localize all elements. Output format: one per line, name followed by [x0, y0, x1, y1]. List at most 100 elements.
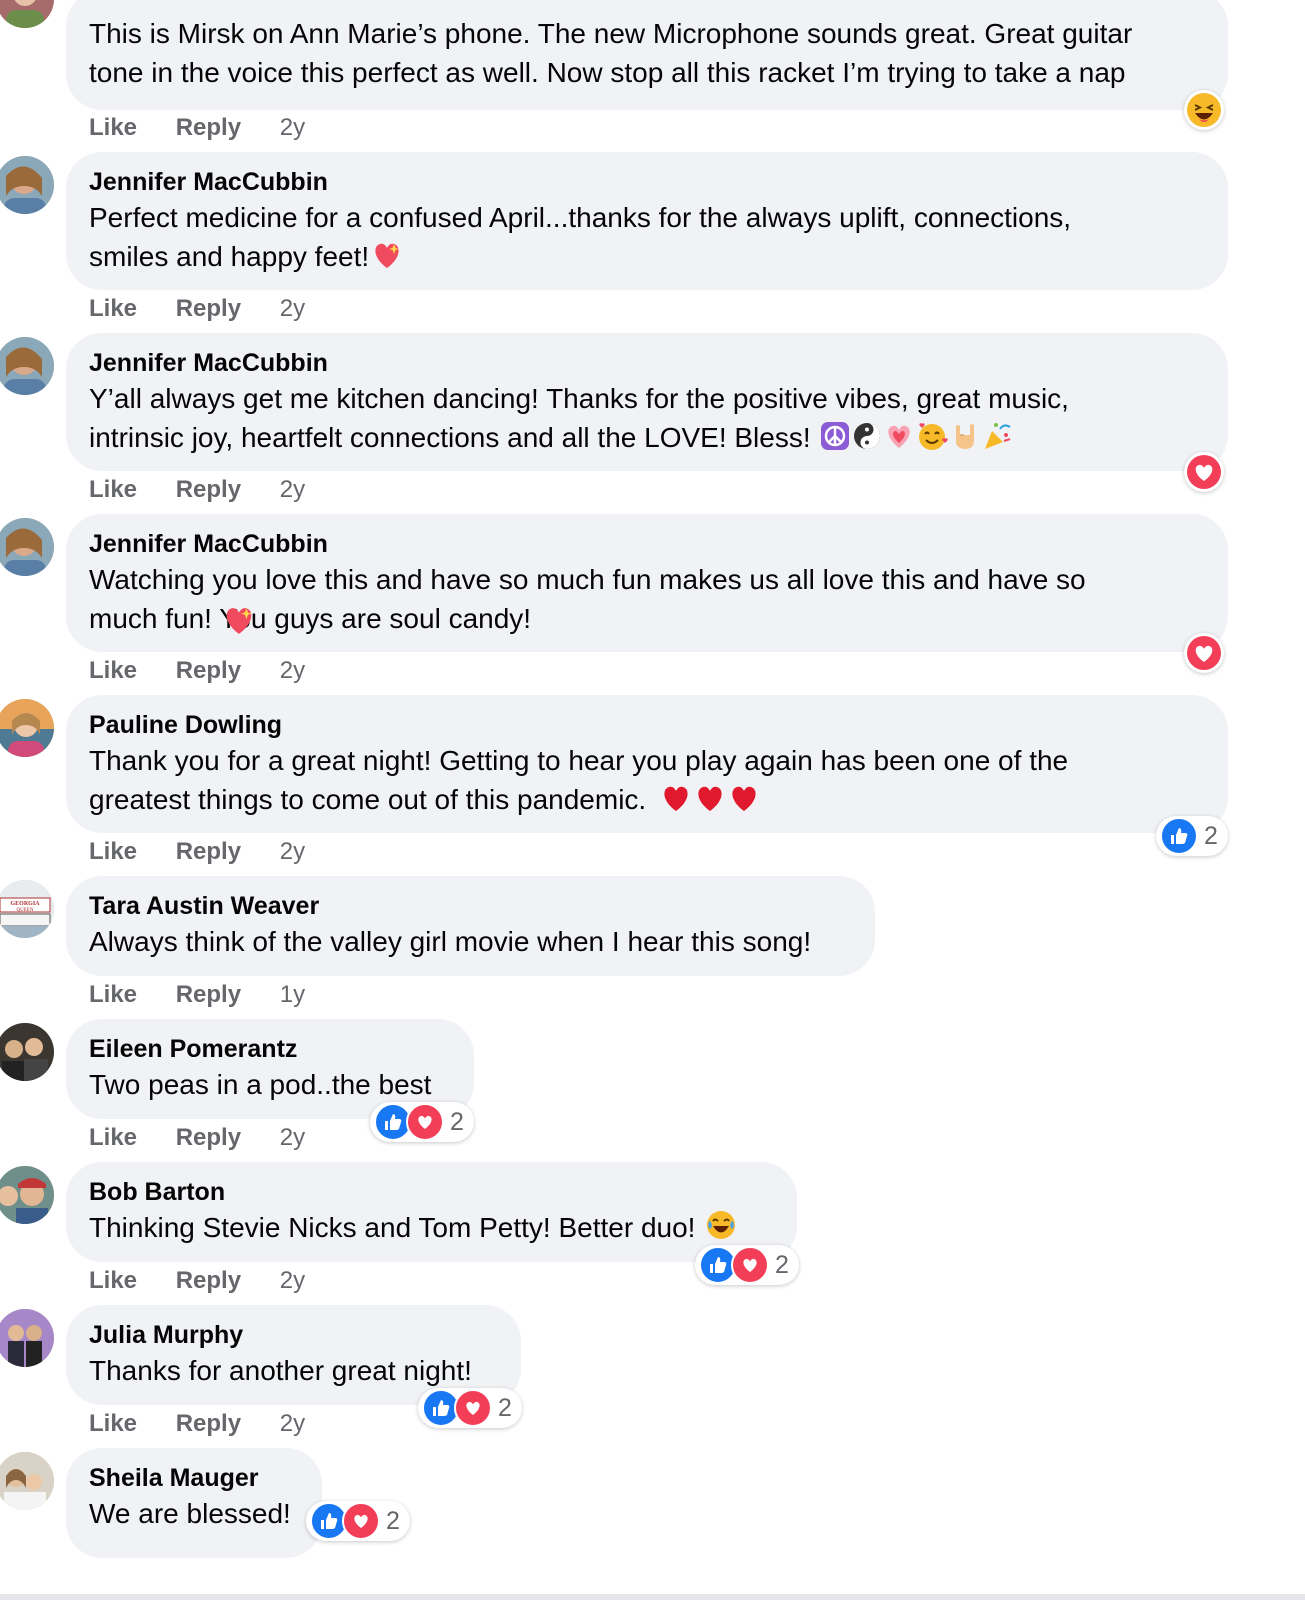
- avatar[interactable]: GEORGIA QUEEN: [0, 880, 54, 938]
- yin-yang-emoji: [852, 421, 882, 461]
- comment-author[interactable]: Eileen Pomerantz: [89, 1033, 451, 1065]
- comment-line-text: smiles and happy feet!: [89, 241, 370, 272]
- reply-button[interactable]: Reply: [176, 838, 241, 865]
- love-icon: [731, 1246, 769, 1284]
- comment-bubble: This is Mirsk on Ann Marie’s phone. The …: [66, 0, 1228, 110]
- comment-actions: Like Reply 2y: [89, 656, 305, 686]
- like-button[interactable]: Like: [89, 1267, 137, 1294]
- love-icon: [1187, 455, 1221, 489]
- party-popper-emoji: [982, 421, 1014, 461]
- like-button[interactable]: Like: [89, 838, 137, 865]
- timestamp[interactable]: 2y: [280, 1267, 305, 1294]
- avatar[interactable]: [0, 1166, 54, 1224]
- like-button[interactable]: Like: [89, 1410, 137, 1437]
- comment-line: Thanks for another great night!: [89, 1355, 472, 1386]
- comment-line-text: Thinking Stevie Nicks and Tom Petty! Bet…: [89, 1212, 696, 1243]
- comment-line-text: greatest things to come out of this pand…: [89, 784, 647, 815]
- avatar[interactable]: [0, 1023, 54, 1081]
- reaction-summary[interactable]: 2: [1156, 816, 1228, 856]
- pink-heart-emoji: [884, 421, 914, 461]
- haha-reaction[interactable]: [1184, 90, 1224, 130]
- reaction-count: 2: [775, 1250, 789, 1279]
- like-button[interactable]: Like: [89, 476, 137, 503]
- timestamp[interactable]: 2y: [280, 838, 305, 865]
- love-icon: [454, 1389, 492, 1427]
- comment-actions: Like Reply 2y: [89, 475, 305, 505]
- comment-line: greatest things to come out of this pand…: [89, 780, 1205, 823]
- comment-bubble: Bob Barton Thinking Stevie Nicks and Tom…: [66, 1162, 797, 1262]
- comment-line: We are blessed!: [89, 1498, 291, 1529]
- avatar[interactable]: [0, 699, 54, 757]
- svg-text:QUEEN: QUEEN: [17, 908, 34, 913]
- comment-text: We are blessed!: [89, 1494, 299, 1533]
- timestamp[interactable]: 2y: [280, 1124, 305, 1151]
- comment-text: This is Mirsk on Ann Marie’s phone. The …: [89, 14, 1205, 92]
- comment-actions: Like Reply 2y: [89, 1409, 305, 1439]
- red-heart-emoji: [660, 783, 692, 823]
- reaction-summary[interactable]: 2: [695, 1245, 799, 1285]
- timestamp[interactable]: 2y: [280, 476, 305, 503]
- comment-author[interactable]: Bob Barton: [89, 1176, 774, 1208]
- comment-text: Thank you for a great night! Getting to …: [89, 741, 1205, 823]
- comment-author[interactable]: Pauline Dowling: [89, 709, 1205, 741]
- comment-bubble: Tara Austin Weaver Always think of the v…: [66, 876, 875, 976]
- like-button[interactable]: Like: [89, 981, 137, 1008]
- timestamp[interactable]: 2y: [280, 1410, 305, 1437]
- timestamp[interactable]: 2y: [280, 657, 305, 684]
- comment-author[interactable]: Sheila Mauger: [89, 1462, 299, 1494]
- reaction-count: 2: [498, 1393, 512, 1422]
- avatar[interactable]: [0, 156, 54, 214]
- like-button[interactable]: Like: [89, 295, 137, 322]
- avatar[interactable]: [0, 337, 54, 395]
- timestamp[interactable]: 2y: [280, 295, 305, 322]
- comment-actions: Like Reply 1y: [89, 980, 305, 1010]
- comment-bubble: Sheila Mauger We are blessed!: [66, 1448, 322, 1558]
- comment-bubble: Jennifer MacCubbin Perfect medicine for …: [66, 152, 1228, 290]
- love-reaction[interactable]: [1184, 452, 1224, 492]
- reaction-summary[interactable]: 2: [370, 1102, 474, 1142]
- comment-text: Thanks for another great night!: [89, 1351, 498, 1390]
- comment-bubble: Jennifer MacCubbin Y’all always get me k…: [66, 333, 1228, 471]
- timestamp[interactable]: 1y: [280, 981, 305, 1008]
- like-button[interactable]: Like: [89, 1124, 137, 1151]
- reply-button[interactable]: Reply: [176, 114, 241, 141]
- comment-line: Watching you love this and have so much …: [89, 564, 1086, 595]
- like-button[interactable]: Like: [89, 657, 137, 684]
- comment-line-text: intrinsic joy, heartfelt connections and…: [89, 422, 811, 453]
- comment-author[interactable]: Jennifer MacCubbin: [89, 166, 1205, 198]
- reply-button[interactable]: Reply: [176, 981, 241, 1008]
- comment-author[interactable]: Jennifer MacCubbin: [89, 347, 1205, 379]
- comment-author[interactable]: Julia Murphy: [89, 1319, 498, 1351]
- love-icon: [1187, 636, 1221, 670]
- reply-button[interactable]: Reply: [176, 295, 241, 322]
- comment-actions: Like Reply 2y: [89, 1266, 305, 1296]
- comment-author[interactable]: Tara Austin Weaver: [89, 890, 852, 922]
- reaction-summary[interactable]: 2: [418, 1388, 522, 1428]
- comment-actions: Like Reply 2y: [89, 1123, 305, 1153]
- comment-line: smiles and happy feet!: [89, 237, 1205, 280]
- red-heart-emoji: [728, 783, 760, 823]
- red-heart-emoji: [694, 783, 726, 823]
- comment-line: Two peas in a pod..the best: [89, 1069, 432, 1100]
- reply-button[interactable]: Reply: [176, 657, 241, 684]
- reaction-summary[interactable]: 2: [306, 1501, 410, 1541]
- like-icon: [1160, 817, 1198, 855]
- sparkling-heart-emoji: [222, 604, 256, 641]
- reply-button[interactable]: Reply: [176, 1124, 241, 1151]
- reply-button[interactable]: Reply: [176, 1410, 241, 1437]
- comment-line: Always think of the valley girl movie wh…: [89, 926, 812, 957]
- reply-button[interactable]: Reply: [176, 476, 241, 503]
- reply-button[interactable]: Reply: [176, 1267, 241, 1294]
- comment-line: much fun! You guys are soul candy!: [89, 603, 532, 634]
- peace-emoji: [820, 421, 850, 461]
- like-button[interactable]: Like: [89, 114, 137, 141]
- avatar[interactable]: [0, 518, 54, 576]
- comment-line: Thank you for a great night! Getting to …: [89, 745, 1069, 776]
- comment-author[interactable]: Jennifer MacCubbin: [89, 528, 1205, 560]
- avatar[interactable]: [0, 1309, 54, 1367]
- love-reaction[interactable]: [1184, 633, 1224, 673]
- avatar[interactable]: [0, 0, 54, 28]
- timestamp[interactable]: 2y: [280, 114, 305, 141]
- haha-icon: [1187, 93, 1221, 127]
- avatar[interactable]: [0, 1452, 54, 1510]
